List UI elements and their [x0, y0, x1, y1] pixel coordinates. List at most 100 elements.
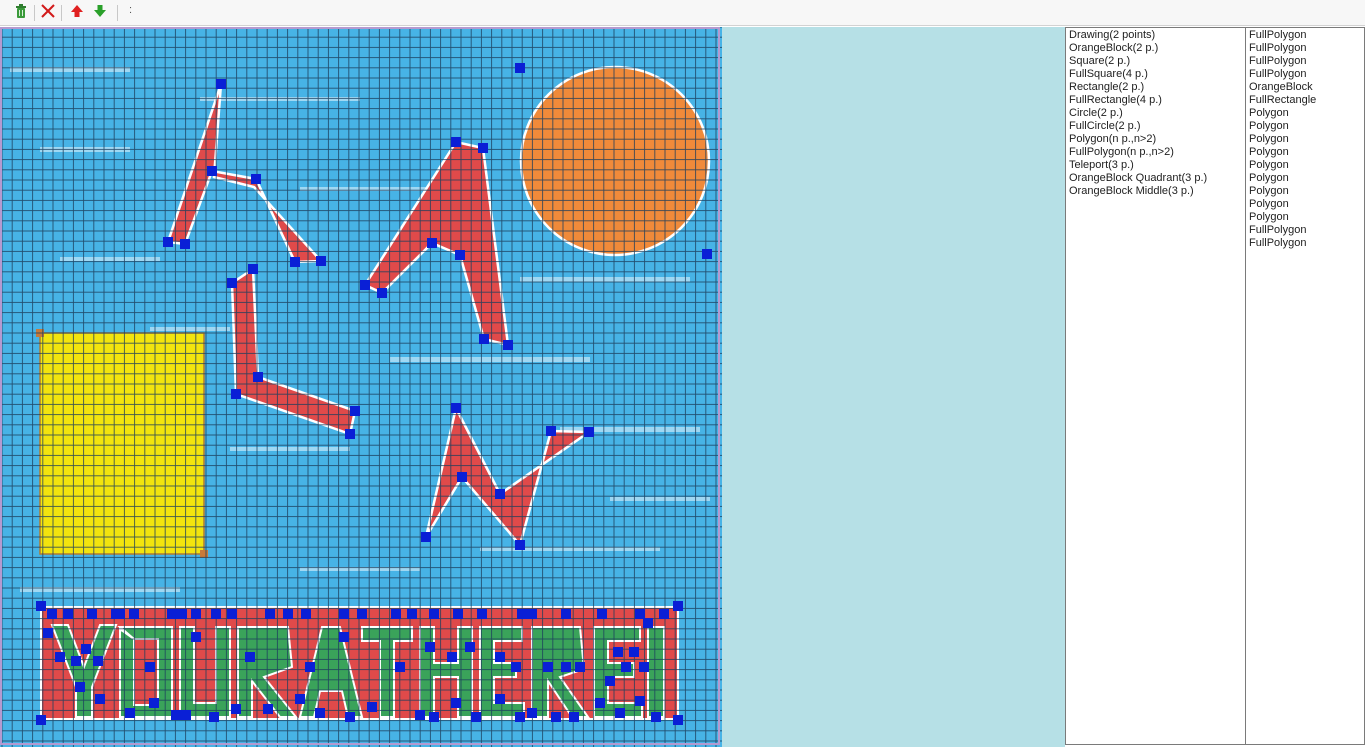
vertex-handle[interactable]	[597, 609, 607, 619]
vertex-handle[interactable]	[251, 174, 261, 184]
vertex-handle[interactable]	[93, 656, 103, 666]
vertex-handle[interactable]	[216, 79, 226, 89]
vertex-handle[interactable]	[673, 601, 683, 611]
vertex-handle[interactable]	[87, 609, 97, 619]
vertex-handle[interactable]	[584, 427, 594, 437]
vertex-handle[interactable]	[245, 652, 255, 662]
vertex-handle[interactable]	[477, 609, 487, 619]
vertex-handle[interactable]	[350, 406, 360, 416]
vertex-handle[interactable]	[263, 704, 273, 714]
shape-type-item[interactable]: OrangeBlock Quadrant(3 p.)	[1066, 172, 1245, 185]
shape-item[interactable]: FullRectangle	[1246, 94, 1364, 107]
vertex-handle[interactable]	[453, 609, 463, 619]
vertex-handle[interactable]	[290, 257, 300, 267]
vertex-handle[interactable]	[455, 250, 465, 260]
vertex-handle[interactable]	[191, 632, 201, 642]
vertex-handle[interactable]	[639, 662, 649, 672]
vertex-handle[interactable]	[659, 609, 669, 619]
shape-item[interactable]: FullPolygon	[1246, 42, 1364, 55]
vertex-handle[interactable]	[391, 609, 401, 619]
vertex-handle[interactable]	[211, 609, 221, 619]
vertex-handle[interactable]	[115, 609, 125, 619]
vertex-handle[interactable]	[357, 609, 367, 619]
vertex-handle[interactable]	[595, 698, 605, 708]
vertex-handle[interactable]	[339, 632, 349, 642]
vertex-handle[interactable]	[702, 249, 712, 259]
vertex-handle[interactable]	[517, 609, 527, 619]
vertex-handle[interactable]	[635, 609, 645, 619]
vertex-handle[interactable]	[191, 609, 201, 619]
vertex-handle[interactable]	[447, 652, 457, 662]
vertex-handle[interactable]	[421, 532, 431, 542]
vertex-handle[interactable]	[81, 644, 91, 654]
vertex-handle[interactable]	[527, 708, 537, 718]
vertex-handle[interactable]	[451, 403, 461, 413]
shape-type-item[interactable]: OrangeBlock(2 p.)	[1066, 42, 1245, 55]
vertex-handle[interactable]	[395, 662, 405, 672]
vertex-handle[interactable]	[503, 340, 513, 350]
vertex-handle[interactable]	[613, 647, 623, 657]
vertex-handle[interactable]	[673, 715, 683, 725]
shape-item[interactable]: OrangeBlock	[1246, 81, 1364, 94]
shapes-listbox[interactable]: FullPolygon FullPolygon FullPolygon FullPol…	[1245, 27, 1365, 745]
vertex-handle[interactable]	[227, 609, 237, 619]
shape-types-listbox[interactable]: Drawing(2 points) OrangeBlock(2 p.) Square…	[1065, 27, 1246, 745]
vertex-handle[interactable]	[605, 676, 615, 686]
vertex-handle[interactable]	[415, 710, 425, 720]
shape-item[interactable]: Polygon	[1246, 107, 1364, 120]
vertex-handle[interactable]	[515, 712, 525, 722]
vertex-handle[interactable]	[71, 656, 81, 666]
vertex-handle[interactable]	[511, 662, 521, 672]
shape-item[interactable]: FullPolygon	[1246, 224, 1364, 237]
vertex-handle[interactable]	[295, 694, 305, 704]
vertex-handle[interactable]	[63, 609, 73, 619]
close-button[interactable]	[38, 3, 58, 23]
vertex-handle[interactable]	[345, 712, 355, 722]
shape-type-item[interactable]: FullPolygon(n p.,n>2)	[1066, 146, 1245, 159]
vertex-handle[interactable]	[145, 662, 155, 672]
shape-type-item[interactable]: FullSquare(4 p.)	[1066, 68, 1245, 81]
vertex-handle[interactable]	[360, 280, 370, 290]
vertex-handle[interactable]	[207, 166, 217, 176]
shape-type-item[interactable]: FullCircle(2 p.)	[1066, 120, 1245, 133]
vertex-handle[interactable]	[451, 698, 461, 708]
vertex-handle[interactable]	[495, 652, 505, 662]
vertex-handle[interactable]	[471, 712, 481, 722]
vertex-handle[interactable]	[575, 662, 585, 672]
vertex-handle[interactable]	[451, 137, 461, 147]
shape-item[interactable]: Polygon	[1246, 133, 1364, 146]
shape-item[interactable]: FullPolygon	[1246, 29, 1364, 42]
vertex-handle[interactable]	[495, 694, 505, 704]
vertex-handle[interactable]	[429, 712, 439, 722]
shape-type-item[interactable]: Rectangle(2 p.)	[1066, 81, 1245, 94]
toolbar-overflow[interactable]: :	[129, 4, 132, 16]
vertex-handle[interactable]	[465, 642, 475, 652]
vertex-handle[interactable]	[36, 601, 46, 611]
vertex-handle[interactable]	[149, 698, 159, 708]
vertex-handle[interactable]	[305, 662, 315, 672]
vertex-handle[interactable]	[95, 694, 105, 704]
vertex-handle[interactable]	[283, 609, 293, 619]
vertex-handle[interactable]	[248, 264, 258, 274]
shape-item[interactable]: FullPolygon	[1246, 68, 1364, 81]
shape-type-item[interactable]: Polygon(n p.,n>2)	[1066, 133, 1245, 146]
vertex-handle[interactable]	[180, 239, 190, 249]
vertex-handle[interactable]	[367, 702, 377, 712]
vertex-handle[interactable]	[377, 288, 387, 298]
vertex-handle[interactable]	[129, 609, 139, 619]
shape-item[interactable]: Polygon	[1246, 120, 1364, 133]
vertex-handle[interactable]	[478, 143, 488, 153]
vertex-handle[interactable]	[495, 489, 505, 499]
vertex-handle[interactable]	[167, 609, 177, 619]
vertex-handle[interactable]	[427, 238, 437, 248]
vertex-handle[interactable]	[615, 708, 625, 718]
shape-type-item[interactable]: Teleport(3 p.)	[1066, 159, 1245, 172]
vertex-handle[interactable]	[407, 609, 417, 619]
vertex-handle[interactable]	[265, 609, 275, 619]
vertex-handle[interactable]	[643, 618, 653, 628]
vertex-handle[interactable]	[345, 429, 355, 439]
vertex-handle[interactable]	[125, 708, 135, 718]
vertex-handle[interactable]	[546, 426, 556, 436]
vertex-handle[interactable]	[515, 540, 525, 550]
vertex-handle[interactable]	[55, 652, 65, 662]
